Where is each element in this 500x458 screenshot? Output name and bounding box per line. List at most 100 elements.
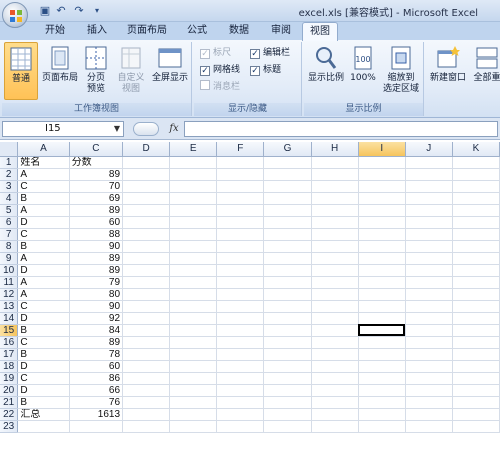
- row-header[interactable]: 14: [0, 312, 19, 325]
- cell-i6[interactable]: [358, 216, 406, 229]
- cell-k5[interactable]: [452, 204, 500, 217]
- cell-g5[interactable]: [263, 204, 312, 217]
- cell-a13[interactable]: C: [17, 300, 70, 313]
- formula-bar-checkbox[interactable]: ✓ 编辑栏: [250, 46, 290, 60]
- cell-j6[interactable]: [405, 216, 453, 229]
- cell-g18[interactable]: [263, 360, 312, 373]
- cell-i20[interactable]: [358, 384, 406, 397]
- cell-c2[interactable]: 89: [69, 168, 124, 181]
- cell-e5[interactable]: [169, 204, 218, 217]
- cell-c3[interactable]: 70: [69, 180, 124, 193]
- tab-formulas[interactable]: 公式: [180, 22, 214, 40]
- cell-j20[interactable]: [405, 384, 453, 397]
- cell-i14[interactable]: [358, 312, 406, 325]
- cell-h16[interactable]: [311, 336, 359, 349]
- cell-d7[interactable]: [122, 228, 171, 241]
- cell-g21[interactable]: [263, 396, 312, 409]
- cell-h5[interactable]: [311, 204, 359, 217]
- cell-f8[interactable]: [216, 240, 265, 253]
- column-header-a[interactable]: A: [17, 142, 70, 157]
- cell-f21[interactable]: [216, 396, 265, 409]
- cell-i7[interactable]: [358, 228, 406, 241]
- column-header-c[interactable]: C: [69, 142, 124, 157]
- cell-j4[interactable]: [405, 192, 453, 205]
- cell-i18[interactable]: [358, 360, 406, 373]
- cell-f11[interactable]: [216, 276, 265, 289]
- cell-f19[interactable]: [216, 372, 265, 385]
- column-header-g[interactable]: G: [263, 142, 312, 157]
- cell-k16[interactable]: [452, 336, 500, 349]
- cell-i8[interactable]: [358, 240, 406, 253]
- row-header[interactable]: 5: [0, 204, 19, 217]
- cell-e14[interactable]: [169, 312, 218, 325]
- cell-j11[interactable]: [405, 276, 453, 289]
- cell-e17[interactable]: [169, 348, 218, 361]
- name-box-dropdown-icon[interactable]: ▼: [114, 122, 120, 136]
- cell-e3[interactable]: [169, 180, 218, 193]
- cell-h12[interactable]: [311, 288, 359, 301]
- cell-c23[interactable]: [69, 420, 124, 433]
- zoom-100-button[interactable]: 100 100%: [348, 42, 378, 100]
- cell-f5[interactable]: [216, 204, 265, 217]
- cell-g10[interactable]: [263, 264, 312, 277]
- office-button[interactable]: [2, 2, 28, 28]
- cell-i12[interactable]: [358, 288, 406, 301]
- redo-icon[interactable]: ↷: [72, 4, 86, 18]
- cell-i11[interactable]: [358, 276, 406, 289]
- cell-i1[interactable]: [358, 156, 406, 169]
- cell-a3[interactable]: C: [17, 180, 70, 193]
- cell-k8[interactable]: [452, 240, 500, 253]
- cell-d16[interactable]: [122, 336, 171, 349]
- name-box[interactable]: I15 ▼: [2, 121, 124, 137]
- row-header[interactable]: 9: [0, 252, 19, 265]
- cell-i15[interactable]: [358, 324, 406, 337]
- undo-icon[interactable]: ↶: [54, 4, 68, 18]
- cell-k11[interactable]: [452, 276, 500, 289]
- cell-e21[interactable]: [169, 396, 218, 409]
- cell-j22[interactable]: [405, 408, 453, 421]
- column-header-e[interactable]: E: [169, 142, 218, 157]
- cell-e13[interactable]: [169, 300, 218, 313]
- cell-g1[interactable]: [263, 156, 312, 169]
- row-header[interactable]: 15: [0, 324, 19, 337]
- cell-k22[interactable]: [452, 408, 500, 421]
- tab-view[interactable]: 视图: [302, 22, 338, 41]
- cell-h8[interactable]: [311, 240, 359, 253]
- cell-c7[interactable]: 88: [69, 228, 124, 241]
- cell-f23[interactable]: [216, 420, 265, 433]
- cell-i22[interactable]: [358, 408, 406, 421]
- tab-page-layout[interactable]: 页面布局: [122, 22, 172, 40]
- column-header-i[interactable]: I: [358, 142, 406, 157]
- cell-k19[interactable]: [452, 372, 500, 385]
- cell-a15[interactable]: B: [17, 324, 70, 337]
- cell-d3[interactable]: [122, 180, 171, 193]
- insert-function-icon[interactable]: fx: [166, 121, 182, 137]
- cell-i21[interactable]: [358, 396, 406, 409]
- cell-c20[interactable]: 66: [69, 384, 124, 397]
- custom-views-button[interactable]: 自定义 视图: [114, 42, 148, 100]
- cell-a9[interactable]: A: [17, 252, 70, 265]
- cell-g19[interactable]: [263, 372, 312, 385]
- cell-a23[interactable]: [17, 420, 70, 433]
- cell-g3[interactable]: [263, 180, 312, 193]
- cell-a17[interactable]: B: [17, 348, 70, 361]
- cell-h4[interactable]: [311, 192, 359, 205]
- cell-d15[interactable]: [122, 324, 171, 337]
- cell-e4[interactable]: [169, 192, 218, 205]
- row-header[interactable]: 17: [0, 348, 19, 361]
- cell-e9[interactable]: [169, 252, 218, 265]
- row-header[interactable]: 10: [0, 264, 19, 277]
- cell-f6[interactable]: [216, 216, 265, 229]
- cell-a12[interactable]: A: [17, 288, 70, 301]
- cell-g6[interactable]: [263, 216, 312, 229]
- cell-e15[interactable]: [169, 324, 218, 337]
- row-header[interactable]: 4: [0, 192, 19, 205]
- cell-d4[interactable]: [122, 192, 171, 205]
- cell-c11[interactable]: 79: [69, 276, 124, 289]
- cell-d2[interactable]: [122, 168, 171, 181]
- cell-h20[interactable]: [311, 384, 359, 397]
- row-header[interactable]: 8: [0, 240, 19, 253]
- cell-g20[interactable]: [263, 384, 312, 397]
- cell-c18[interactable]: 60: [69, 360, 124, 373]
- cell-f18[interactable]: [216, 360, 265, 373]
